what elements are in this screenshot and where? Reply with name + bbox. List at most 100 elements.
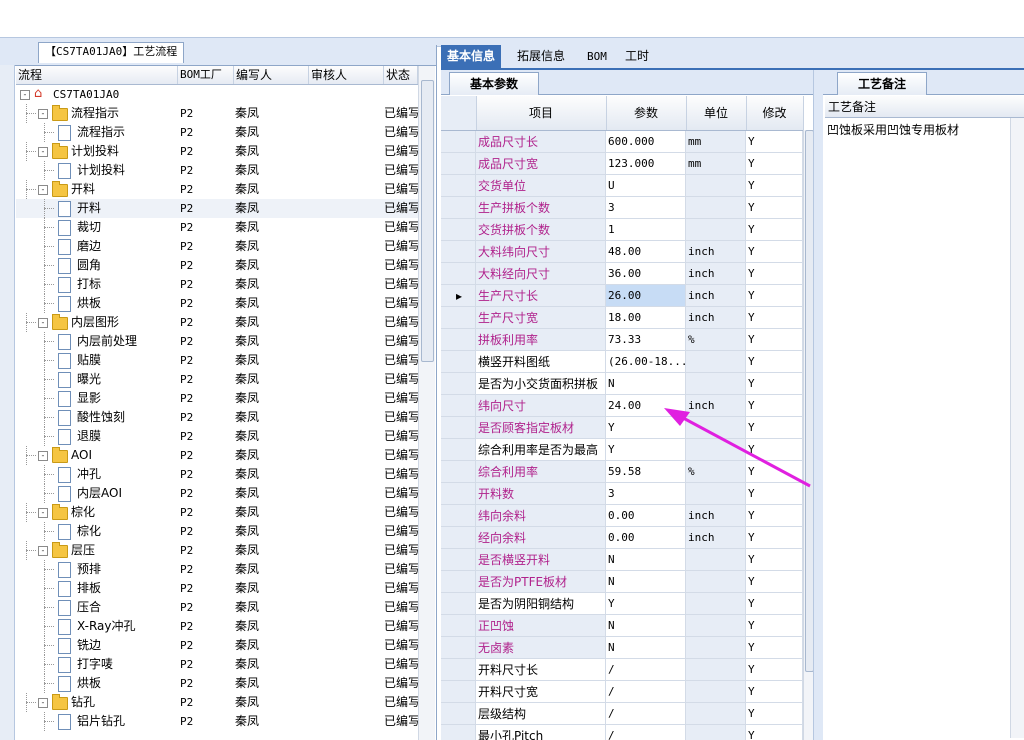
row-header[interactable] xyxy=(441,307,476,329)
tab-work-hours[interactable]: 工时 xyxy=(619,45,655,68)
row-header[interactable] xyxy=(441,593,476,615)
param-row[interactable]: 是否为PTFE板材 N Y xyxy=(441,571,803,593)
row-header[interactable] xyxy=(441,175,476,197)
tree-row[interactable]: 烘板 P2 秦凤 已编写 xyxy=(16,674,418,693)
collapse-toggle-icon[interactable]: - xyxy=(20,90,30,100)
param-row[interactable]: 成品尺寸宽 123.000 mm Y xyxy=(441,153,803,175)
cell-value[interactable]: / xyxy=(606,659,686,681)
row-header[interactable] xyxy=(441,571,476,593)
param-row[interactable]: ▸ 生产尺寸长 26.00 inch Y xyxy=(441,285,803,307)
param-row[interactable]: 层级结构 / Y xyxy=(441,703,803,725)
tree-row[interactable]: 酸性蚀刻 P2 秦凤 已编写 xyxy=(16,408,418,427)
cell-value[interactable]: / xyxy=(606,725,686,740)
row-header[interactable] xyxy=(441,505,476,527)
tree-row[interactable]: 预排 P2 秦凤 已编写 xyxy=(16,560,418,579)
param-row[interactable]: 无卤素 N Y xyxy=(441,637,803,659)
cell-value[interactable]: 48.00 xyxy=(606,241,686,263)
param-row[interactable]: 大料经向尺寸 36.00 inch Y xyxy=(441,263,803,285)
row-header[interactable] xyxy=(441,439,476,461)
tree-row[interactable]: 铝片钻孔 P2 秦凤 已编写 xyxy=(16,712,418,731)
cell-value[interactable]: Y xyxy=(606,593,686,615)
row-header[interactable] xyxy=(441,263,476,285)
param-row[interactable]: 是否横竖开料 N Y xyxy=(441,549,803,571)
col-flow[interactable]: 流程 xyxy=(16,66,178,84)
row-header[interactable] xyxy=(441,417,476,439)
param-row[interactable]: 开料尺寸长 / Y xyxy=(441,659,803,681)
tree-row[interactable]: 排板 P2 秦凤 已编写 xyxy=(16,579,418,598)
tree-row[interactable]: 圆角 P2 秦凤 已编写 xyxy=(16,256,418,275)
cell-value[interactable]: (26.00-18... xyxy=(606,351,686,373)
cell-value[interactable]: N xyxy=(606,373,686,395)
param-row[interactable]: 纬向尺寸 24.00 inch Y xyxy=(441,395,803,417)
cell-value[interactable]: N xyxy=(606,571,686,593)
tree-row[interactable]: 开料 P2 秦凤 已编写 xyxy=(16,199,418,218)
param-row[interactable]: 综合利用率 59.58% Y xyxy=(441,461,803,483)
tree-row[interactable]: 打标 P2 秦凤 已编写 xyxy=(16,275,418,294)
cell-value[interactable]: 24.00 xyxy=(606,395,686,417)
col-item[interactable]: 项目 xyxy=(476,96,607,130)
tree-row[interactable]: 打字唛 P2 秦凤 已编写 xyxy=(16,655,418,674)
param-row[interactable]: 拼板利用率 73.33% Y xyxy=(441,329,803,351)
cell-value[interactable]: 73.33 xyxy=(606,329,686,351)
tree-row[interactable]: - 内层图形 P2 秦凤 已编写 xyxy=(16,313,418,332)
cell-value[interactable]: 600.000 xyxy=(606,131,686,153)
row-header[interactable] xyxy=(441,527,476,549)
tree-row[interactable]: - 流程指示 P2 秦凤 已编写 xyxy=(16,104,418,123)
tree-row[interactable]: - 钻孔 P2 秦凤 已编写 xyxy=(16,693,418,712)
grid-corner[interactable] xyxy=(441,96,477,130)
tree-row[interactable]: 冲孔 P2 秦凤 已编写 xyxy=(16,465,418,484)
current-row-indicator-icon[interactable]: ▸ xyxy=(441,285,476,307)
tab-basic-params[interactable]: 基本参数 xyxy=(449,72,540,95)
param-row[interactable]: 交货拼板个数 1 Y xyxy=(441,219,803,241)
tree-row[interactable]: - AOI P2 秦凤 已编写 xyxy=(16,446,418,465)
cell-value[interactable]: 3 xyxy=(606,197,686,219)
collapse-toggle-icon[interactable]: - xyxy=(38,698,48,708)
collapse-toggle-icon[interactable]: - xyxy=(38,508,48,518)
cell-value[interactable]: 123.000 xyxy=(606,153,686,175)
row-header[interactable] xyxy=(441,219,476,241)
collapse-toggle-icon[interactable]: - xyxy=(38,318,48,328)
tab-basic-info[interactable]: 基本信息 xyxy=(441,45,502,68)
row-header[interactable] xyxy=(441,681,476,703)
param-row[interactable]: 纬向余料 0.00 inch Y xyxy=(441,505,803,527)
row-header[interactable] xyxy=(441,549,476,571)
cell-value[interactable]: 18.00 xyxy=(606,307,686,329)
params-scroll-thumb[interactable] xyxy=(805,130,813,672)
col-writer[interactable]: 编写人 xyxy=(234,66,309,84)
cell-value[interactable]: 3 xyxy=(606,483,686,505)
tree-row[interactable]: 内层AOI P2 秦凤 已编写 xyxy=(16,484,418,503)
col-reviewer[interactable]: 审核人 xyxy=(309,66,384,84)
cell-value[interactable]: N xyxy=(606,549,686,571)
row-header[interactable] xyxy=(441,395,476,417)
param-row[interactable]: 正凹蚀 N Y xyxy=(441,615,803,637)
cell-value[interactable]: / xyxy=(606,703,686,725)
row-header[interactable] xyxy=(441,637,476,659)
param-row[interactable]: 是否顾客指定板材 Y Y xyxy=(441,417,803,439)
cell-value[interactable]: N xyxy=(606,637,686,659)
row-header[interactable] xyxy=(441,351,476,373)
param-row[interactable]: 开料数 3 Y xyxy=(441,483,803,505)
cell-value[interactable]: 1 xyxy=(606,219,686,241)
row-header[interactable] xyxy=(441,153,476,175)
tree-row[interactable]: 烘板 P2 秦凤 已编写 xyxy=(16,294,418,313)
col-unit[interactable]: 单位 xyxy=(686,96,747,130)
cell-value[interactable]: Y xyxy=(606,417,686,439)
collapse-toggle-icon[interactable]: - xyxy=(38,546,48,556)
cell-value[interactable]: / xyxy=(606,681,686,703)
tree-row[interactable]: - 层压 P2 秦凤 已编写 xyxy=(16,541,418,560)
tab-process-flow[interactable]: 【CS7TA01JA0】工艺流程 xyxy=(38,42,185,63)
params-scrollbar[interactable] xyxy=(803,130,813,740)
notes-text[interactable]: 凹蚀板采用凹蚀专用板材 xyxy=(827,120,1007,140)
row-header[interactable] xyxy=(441,373,476,395)
row-header[interactable] xyxy=(441,197,476,219)
row-header[interactable] xyxy=(441,725,476,740)
tree-row[interactable]: - 开料 P2 秦凤 已编写 xyxy=(16,180,418,199)
param-row[interactable]: 横竖开料图纸 (26.00-18... Y xyxy=(441,351,803,373)
tree-row[interactable]: 曝光 P2 秦凤 已编写 xyxy=(16,370,418,389)
cell-value[interactable]: U xyxy=(606,175,686,197)
tree-row[interactable]: 压合 P2 秦凤 已编写 xyxy=(16,598,418,617)
col-editable[interactable]: 修改 xyxy=(746,96,804,130)
tab-process-notes[interactable]: 工艺备注 xyxy=(837,72,928,95)
col-bom-factory[interactable]: BOM工厂 xyxy=(178,66,234,84)
tree-row[interactable]: 贴膜 P2 秦凤 已编写 xyxy=(16,351,418,370)
